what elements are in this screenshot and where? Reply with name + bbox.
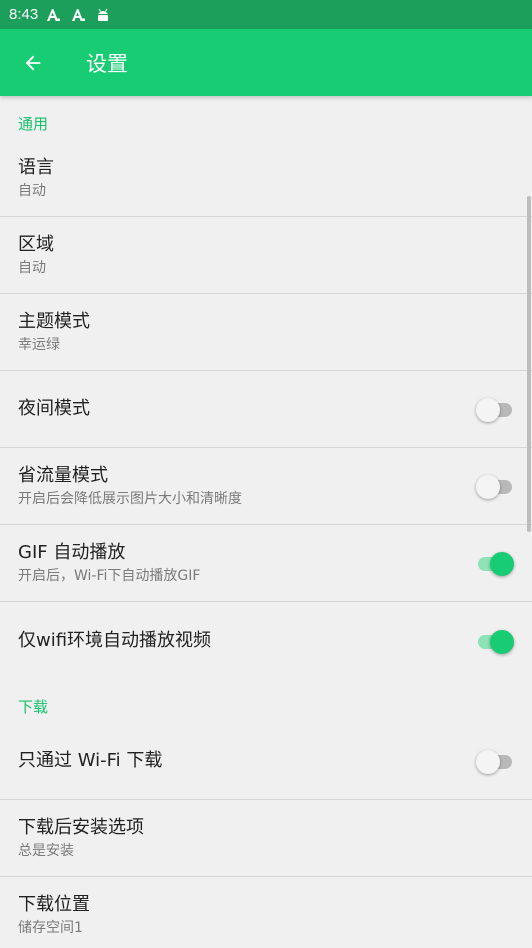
setting-value: 自动 (18, 182, 46, 199)
setting-download-location[interactable]: 下载位置 储存空间1 (0, 877, 532, 948)
setting-title: 仅wifi环境自动播放视频 (18, 629, 212, 651)
data-saver-toggle[interactable] (476, 474, 514, 499)
scrollbar[interactable] (527, 196, 531, 532)
setting-wifi-only-download[interactable]: 只通过 Wi-Fi 下载 (0, 723, 532, 800)
setting-theme[interactable]: 主题模式 幸运绿 (0, 294, 532, 371)
setting-title: 只通过 Wi-Fi 下载 (18, 750, 163, 771)
status-bar: 8:43 (0, 0, 532, 29)
page-title: 设置 (86, 51, 128, 76)
setting-title: 下载后安装选项 (18, 816, 144, 838)
a-notification-icon (46, 8, 61, 22)
setting-title: 夜间模式 (18, 398, 90, 419)
setting-title: 主题模式 (18, 310, 90, 332)
setting-install-option[interactable]: 下载后安装选项 总是安装 (0, 800, 532, 877)
section-header-general: 通用 (18, 115, 49, 133)
setting-title: GIF 自动播放 (18, 541, 126, 563)
night-mode-toggle[interactable] (476, 397, 514, 422)
setting-description: 开启后会降低展示图片大小和清晰度 (18, 490, 242, 507)
setting-night-mode[interactable]: 夜间模式 (0, 371, 532, 448)
setting-language[interactable]: 语言 自动 (0, 140, 532, 217)
setting-title: 语言 (18, 156, 54, 178)
gif-autoplay-toggle[interactable] (476, 551, 514, 576)
section-header-download: 下载 (18, 698, 49, 716)
arrow-left-icon (25, 55, 41, 70)
setting-title: 下载位置 (18, 894, 90, 915)
a-notification-icon (71, 8, 86, 22)
android-icon (96, 8, 110, 22)
setting-region[interactable]: 区域 自动 (0, 217, 532, 294)
setting-title: 区域 (18, 233, 54, 255)
setting-gif-autoplay[interactable]: GIF 自动播放 开启后，Wi-Fi下自动播放GIF (0, 525, 532, 602)
setting-value: 储存空间1 (18, 920, 83, 936)
wifi-video-toggle[interactable] (476, 629, 514, 654)
setting-data-saver[interactable]: 省流量模式 开启后会降低展示图片大小和清晰度 (0, 448, 532, 525)
setting-description: 开启后，Wi-Fi下自动播放GIF (18, 567, 201, 584)
wifi-only-toggle[interactable] (476, 749, 514, 774)
back-button[interactable] (2, 29, 64, 96)
setting-value: 幸运绿 (18, 336, 60, 353)
app-bar: 设置 (0, 29, 532, 96)
setting-title: 省流量模式 (18, 464, 108, 486)
settings-list[interactable]: 通用 语言 自动 区域 自动 主题模式 幸运绿 夜间模式 省流量模式 开启后会降… (0, 96, 532, 948)
setting-wifi-video[interactable]: 仅wifi环境自动播放视频 (0, 602, 532, 679)
status-time: 8:43 (9, 6, 39, 23)
setting-value: 自动 (18, 259, 46, 276)
setting-value: 总是安装 (18, 842, 74, 859)
